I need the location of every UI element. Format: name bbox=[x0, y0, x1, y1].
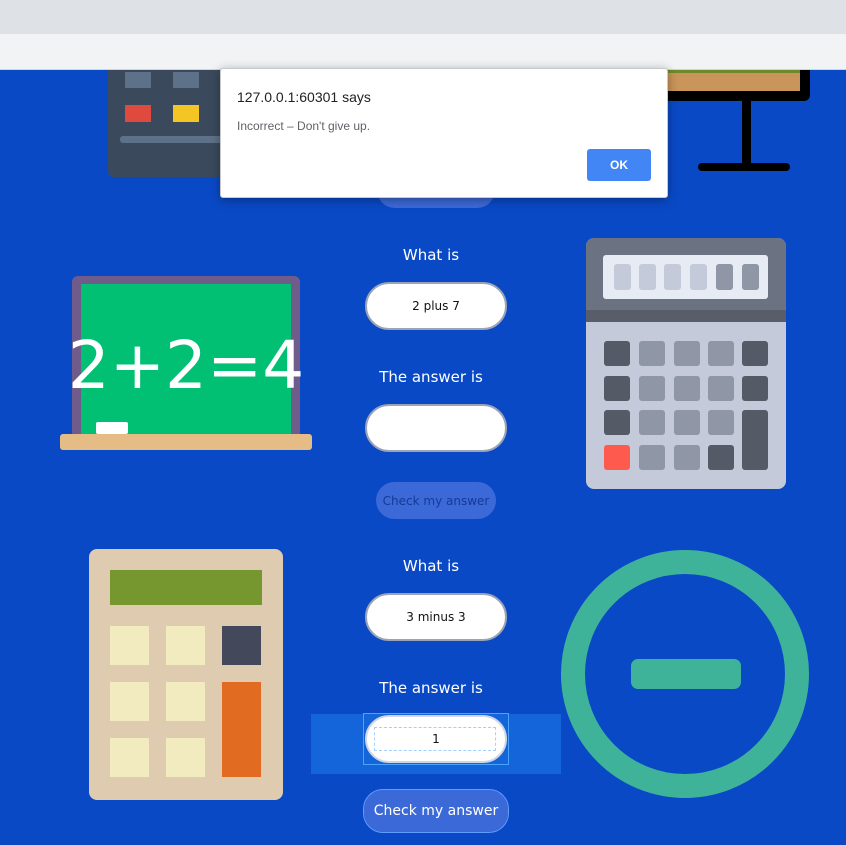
dialog-title: 127.0.0.1:60301 says bbox=[237, 89, 371, 105]
question-value-field: 2 plus 7 bbox=[365, 282, 507, 330]
calculator-icon bbox=[89, 549, 283, 800]
answer-input[interactable] bbox=[365, 404, 507, 452]
alert-dialog: 127.0.0.1:60301 says Incorrect – Don't g… bbox=[220, 68, 668, 198]
answer-label: The answer is bbox=[379, 679, 483, 697]
chalkboard-icon: 2+2=4 bbox=[60, 276, 312, 450]
browser-tab-strip bbox=[0, 0, 846, 34]
answer-label: The answer is bbox=[379, 368, 483, 386]
check-answer-button[interactable]: Check my answer bbox=[363, 789, 509, 833]
dialog-message: Incorrect – Don't give up. bbox=[237, 119, 371, 133]
ok-button[interactable]: OK bbox=[587, 149, 651, 181]
calculator-icon bbox=[586, 238, 786, 489]
check-answer-button[interactable]: Check my answer bbox=[376, 482, 496, 519]
chalkboard-equation: 2+2=4 bbox=[68, 327, 305, 404]
focus-inner-outline bbox=[374, 727, 496, 751]
question-label: What is bbox=[402, 246, 460, 264]
calculator-icon bbox=[108, 70, 230, 177]
question-value-field: 3 minus 3 bbox=[365, 593, 507, 641]
minus-circle-icon bbox=[561, 550, 809, 798]
question-label: What is bbox=[402, 557, 460, 575]
browser-toolbar bbox=[0, 34, 846, 70]
